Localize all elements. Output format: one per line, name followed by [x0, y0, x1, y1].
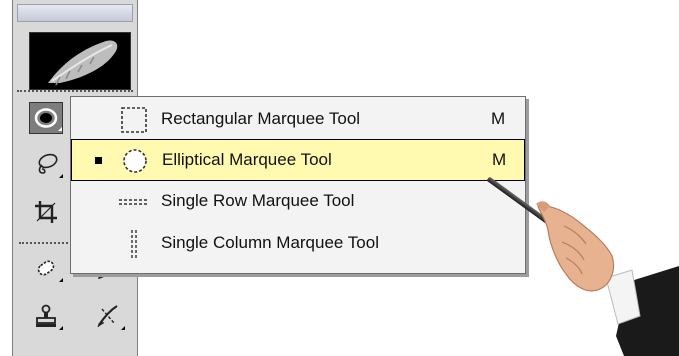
crop-icon [35, 201, 57, 223]
toolbox-divider [17, 90, 133, 92]
menu-item-shortcut: M [491, 109, 506, 128]
submenu-indicator-icon [59, 326, 63, 330]
menu-item-single-row-marquee[interactable]: Single Row Marquee Tool [71, 181, 525, 223]
submenu-indicator-icon [58, 127, 62, 131]
lasso-tool-button[interactable] [29, 148, 63, 180]
submenu-indicator-icon [59, 278, 63, 282]
menu-item-shortcut: M [492, 150, 507, 169]
submenu-indicator-icon [121, 326, 125, 330]
menu-item-single-column-marquee[interactable]: Single Column Marquee Tool [71, 223, 525, 265]
selected-bullet-icon [95, 157, 102, 164]
menu-item-label: Single Column Marquee Tool [161, 233, 379, 252]
elliptical-marquee-icon [34, 108, 58, 128]
submenu-indicator-icon [59, 174, 63, 178]
toolbox-divider [19, 242, 75, 244]
panel-title-bar[interactable] [17, 4, 133, 22]
clone-stamp-icon [36, 304, 56, 327]
crop-tool-button[interactable] [29, 196, 63, 228]
pointing-hand-illustration [536, 201, 679, 356]
feather-logo [29, 32, 131, 90]
elliptical-marquee-tool-button[interactable] [29, 102, 63, 134]
menu-item-elliptical-marquee[interactable]: Elliptical Marquee Tool M [71, 139, 525, 181]
single-column-marquee-icon [131, 230, 137, 258]
menu-item-rectangular-marquee[interactable]: Rectangular Marquee Tool M [71, 99, 525, 141]
menu-item-label: Elliptical Marquee Tool [162, 150, 332, 169]
healing-brush-tool-button[interactable] [29, 252, 63, 284]
single-row-marquee-icon [119, 199, 149, 205]
elliptical-marquee-icon [123, 149, 147, 173]
history-brush-icon [97, 305, 118, 328]
healing-brush-icon [37, 260, 55, 276]
clone-stamp-tool-button[interactable] [29, 300, 63, 332]
rectangular-marquee-icon [121, 107, 147, 133]
history-brush-tool-button[interactable] [91, 300, 125, 332]
menu-item-label: Single Row Marquee Tool [161, 191, 355, 210]
menu-item-label: Rectangular Marquee Tool [161, 109, 361, 128]
lasso-icon [38, 153, 58, 174]
marquee-tools-flyout: Rectangular Marquee Tool M Elliptical Ma… [70, 96, 526, 274]
